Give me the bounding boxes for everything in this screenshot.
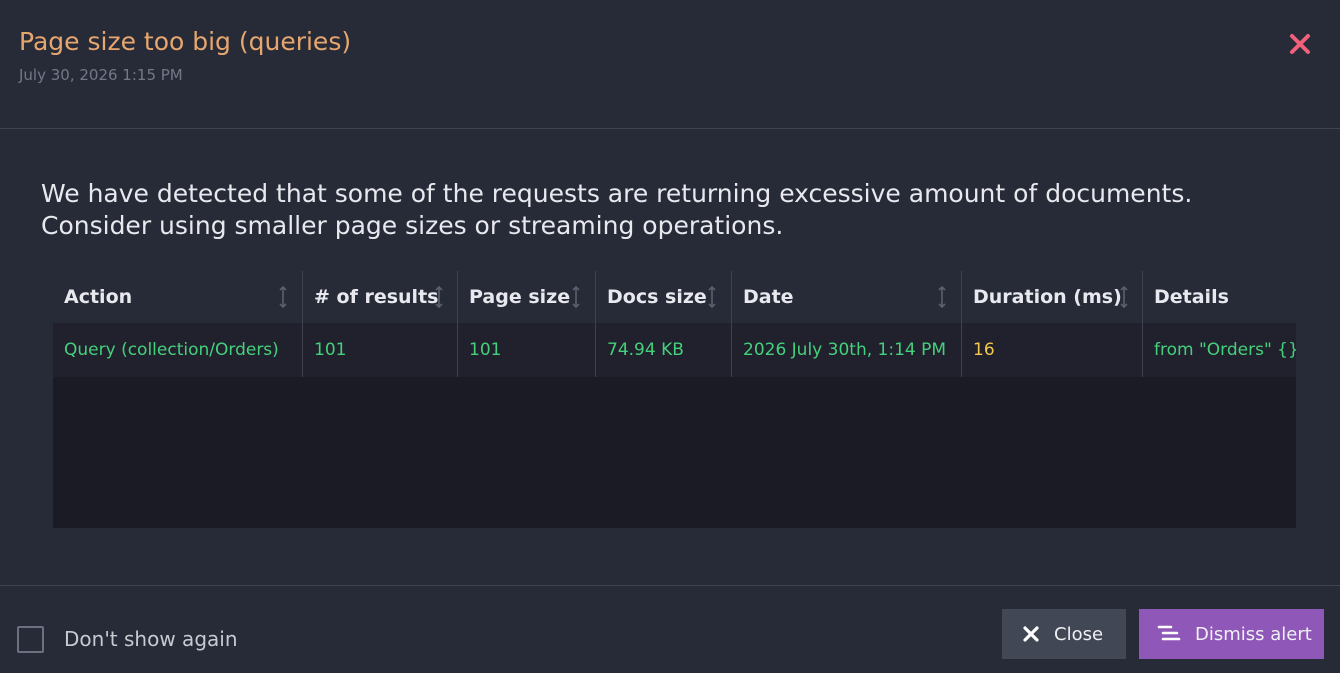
column-header-action[interactable]: Action bbox=[53, 271, 302, 323]
message-line-1: We have detected that some of the reques… bbox=[41, 179, 1193, 208]
column-header-label: Action bbox=[64, 286, 133, 308]
cell-duration: 16 bbox=[973, 340, 995, 360]
column-header-label: Page size bbox=[469, 286, 571, 308]
close-icon bbox=[1023, 626, 1039, 642]
column-header-label: Details bbox=[1154, 286, 1229, 308]
sort-icon[interactable] bbox=[278, 285, 288, 309]
table-header: Action # of results Page size Docs size … bbox=[53, 271, 1296, 323]
cell-page-size: 101 bbox=[469, 340, 502, 360]
close-icon[interactable] bbox=[1288, 32, 1312, 56]
table-row[interactable]: Query (collection/Orders) 101 101 74.94 … bbox=[53, 323, 1296, 377]
close-button-label: Close bbox=[1054, 623, 1104, 645]
column-header-label: Duration (ms) bbox=[973, 286, 1122, 308]
column-header-label: Date bbox=[743, 286, 794, 308]
dismiss-button-label: Dismiss alert bbox=[1195, 623, 1312, 645]
cell-action: Query (collection/Orders) bbox=[64, 340, 279, 360]
cell-docs-size: 74.94 KB bbox=[607, 340, 684, 360]
column-divider[interactable] bbox=[731, 271, 732, 377]
close-button[interactable]: Close bbox=[1002, 609, 1126, 659]
message-line-2: Consider using smaller page sizes or str… bbox=[41, 211, 784, 240]
cell-date: 2026 July 30th, 1:14 PM bbox=[743, 340, 947, 360]
column-header-label: # of results bbox=[314, 286, 439, 308]
column-divider[interactable] bbox=[302, 271, 303, 377]
sort-icon[interactable] bbox=[434, 285, 444, 309]
column-header-duration[interactable]: Duration (ms) bbox=[962, 271, 1142, 323]
column-divider[interactable] bbox=[961, 271, 962, 377]
sort-icon[interactable] bbox=[707, 285, 717, 309]
results-table: Action # of results Page size Docs size … bbox=[53, 271, 1296, 528]
alert-header: Page size too big (queries) July 30, 202… bbox=[0, 0, 1340, 129]
alert-footer: Don't show again Close Dismiss alert bbox=[0, 585, 1340, 673]
cell-details[interactable]: from "Orders" {} bbox=[1143, 323, 1296, 377]
sort-icon[interactable] bbox=[1119, 285, 1129, 309]
column-header-label: Docs size bbox=[607, 286, 707, 308]
column-divider[interactable] bbox=[595, 271, 596, 377]
sort-icon[interactable] bbox=[571, 285, 581, 309]
dismiss-icon bbox=[1157, 625, 1181, 641]
column-header-details[interactable]: Details bbox=[1143, 271, 1296, 323]
alert-title: Page size too big (queries) bbox=[19, 27, 352, 56]
alert-message: We have detected that some of the reques… bbox=[41, 178, 1301, 242]
column-header-date[interactable]: Date bbox=[732, 271, 961, 323]
dismiss-alert-button[interactable]: Dismiss alert bbox=[1139, 609, 1324, 659]
alert-timestamp: July 30, 2026 1:15 PM bbox=[19, 66, 183, 84]
column-divider[interactable] bbox=[457, 271, 458, 377]
sort-icon[interactable] bbox=[937, 285, 947, 309]
dont-show-again-label[interactable]: Don't show again bbox=[64, 626, 238, 652]
dont-show-again-checkbox[interactable] bbox=[17, 626, 44, 653]
column-divider[interactable] bbox=[1142, 271, 1143, 377]
cell-results: 101 bbox=[314, 340, 347, 360]
